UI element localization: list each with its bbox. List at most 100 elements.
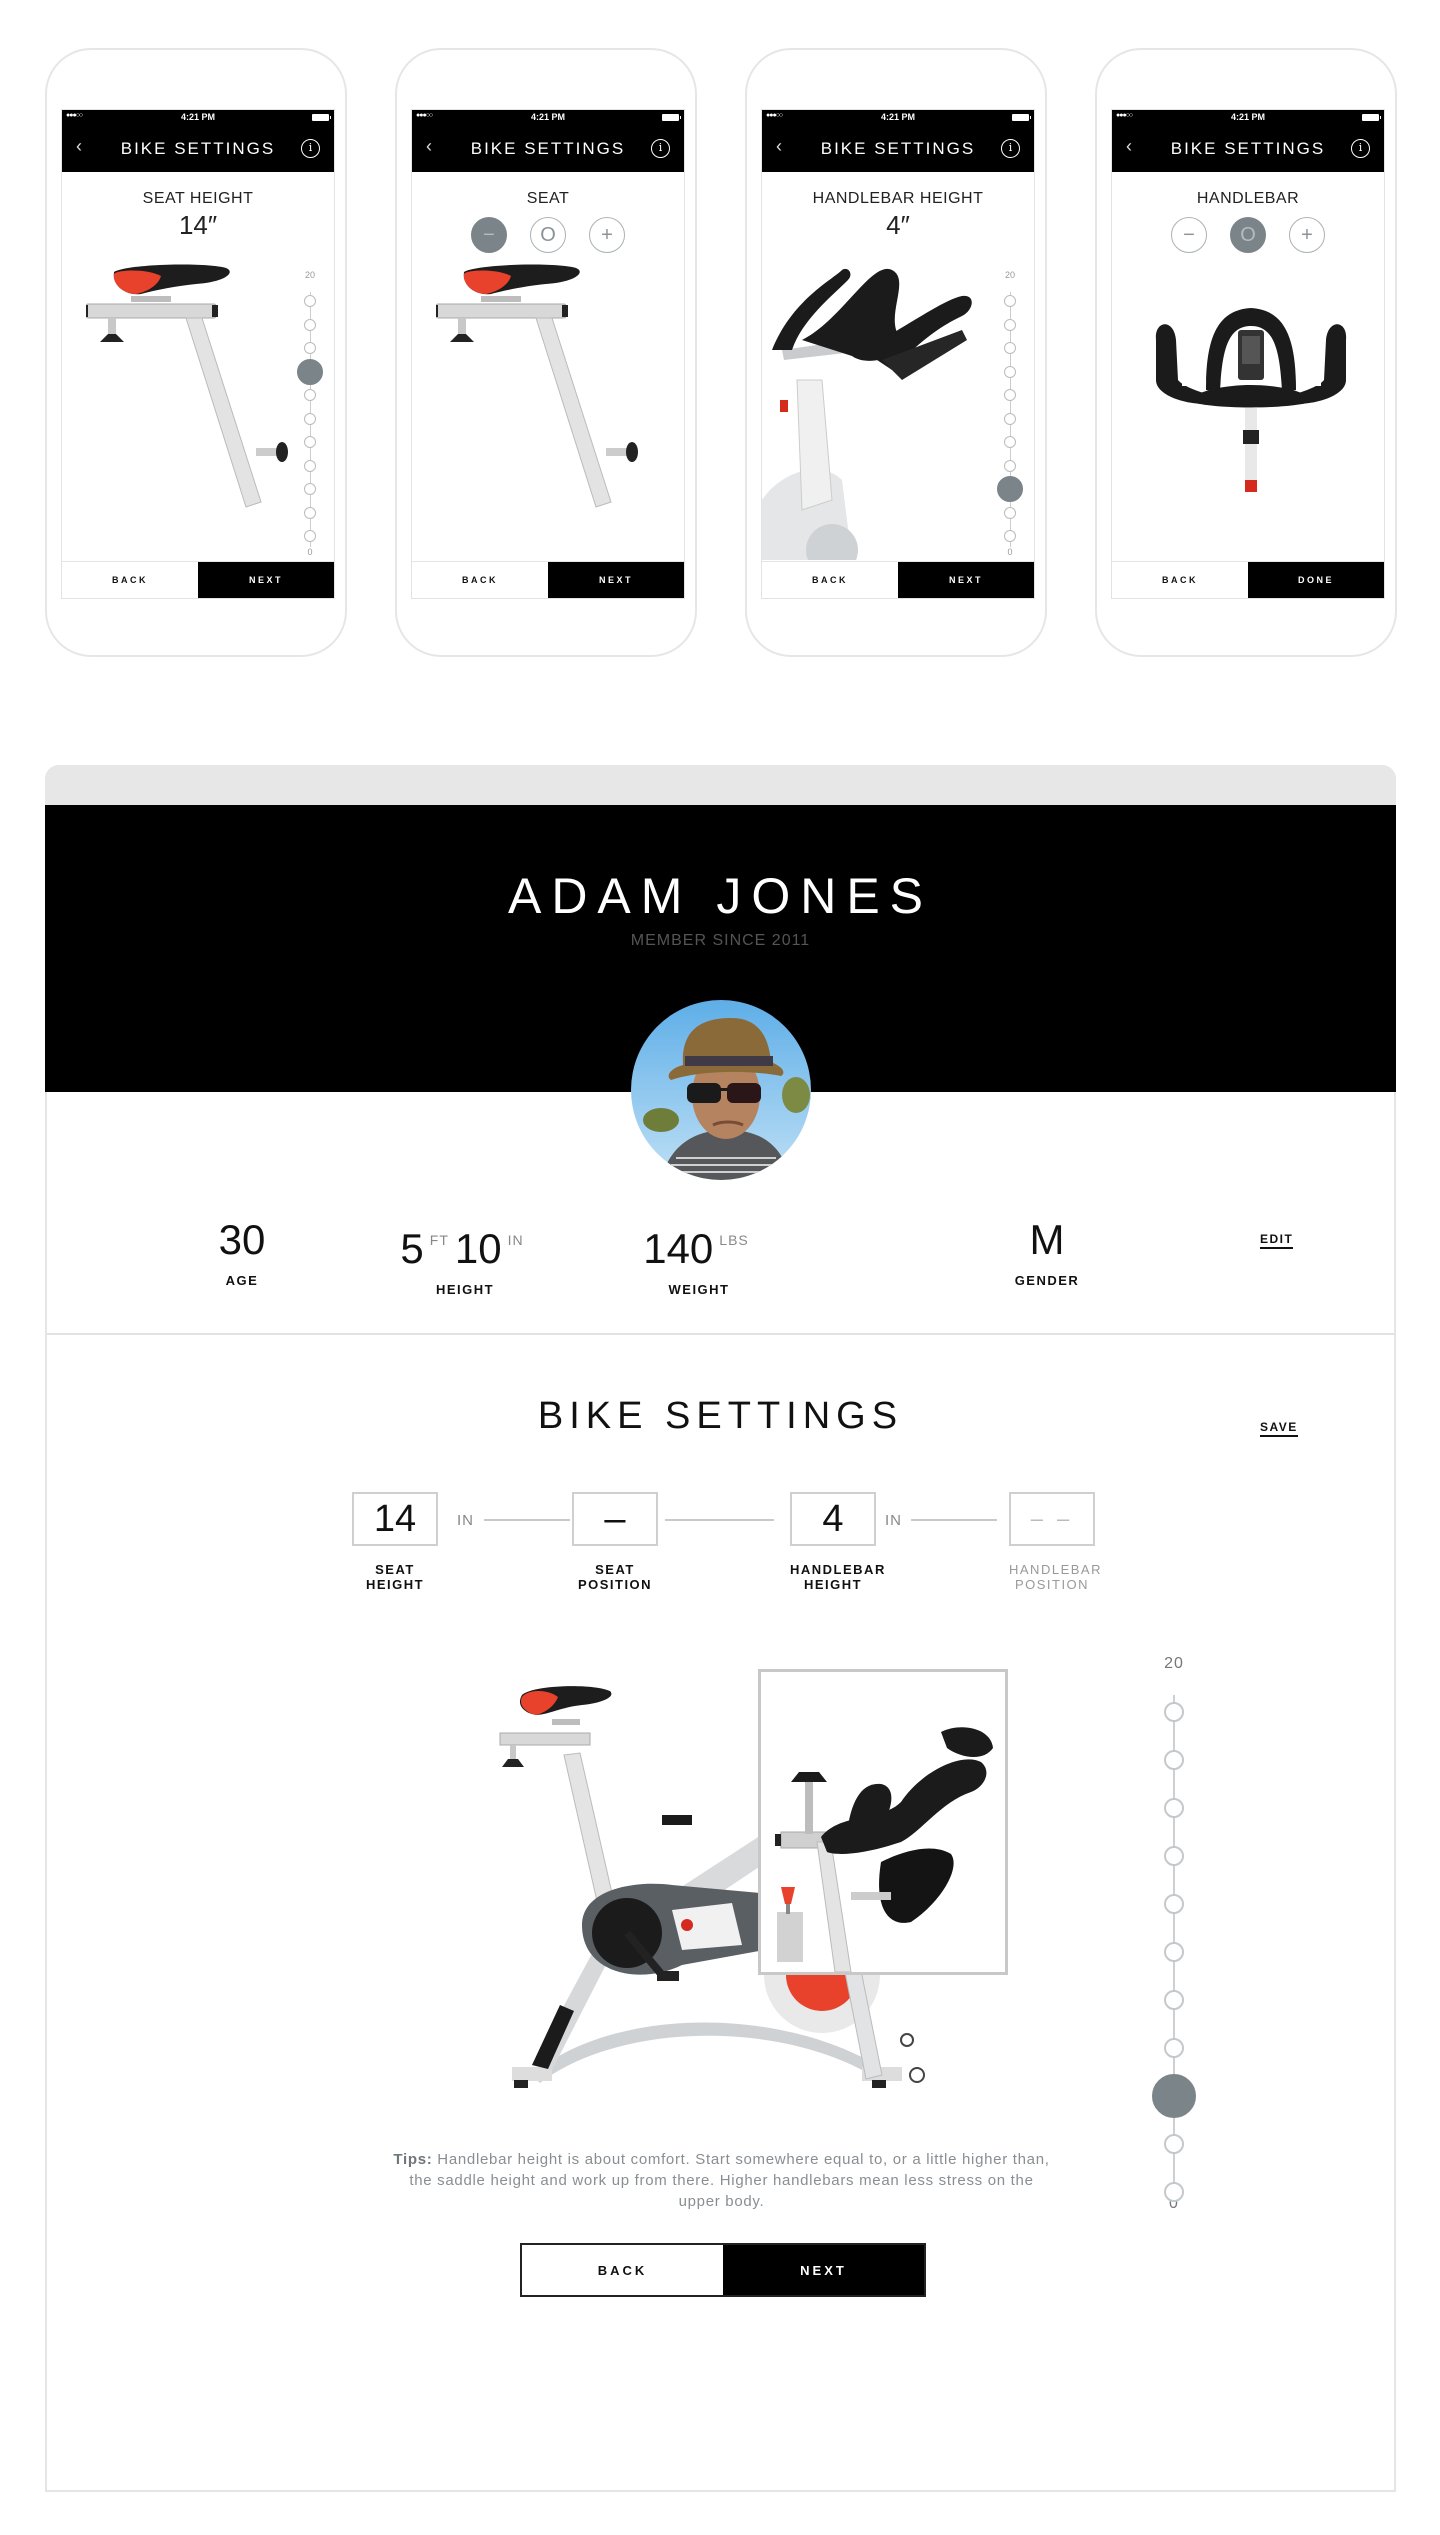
status-bar: ●●●○○ 4:21 PM [1112,110,1384,125]
field-label: SEAT [375,1562,415,1577]
tips-text: Tips: Handlebar height is about comfort.… [389,2149,1054,2212]
slider-stop[interactable] [1004,459,1016,472]
slider-stop[interactable] [1004,412,1016,425]
weight-label: WEIGHT [668,1282,730,1297]
back-button[interactable]: BACK [62,562,198,598]
next-button[interactable]: NEXT [548,562,684,598]
slider-stop[interactable] [304,342,316,354]
height-slider[interactable]: 20 0 [297,270,323,560]
handlebar-height-slider[interactable]: 20 0 [1151,1655,1197,2215]
height-feet-value: 5 [400,1225,424,1272]
slider-stop[interactable] [304,295,316,307]
minus-button[interactable]: − [471,217,507,253]
minus-button[interactable]: − [1171,217,1207,253]
slider-stop[interactable] [1164,1990,1184,2010]
connector-line [484,1519,570,1521]
handlebar-closeup-image [775,1727,993,1973]
seat-height-unit: IN [457,1512,474,1529]
handlebar-position-input[interactable]: – – [1009,1492,1095,1546]
done-button[interactable]: DONE [1248,562,1384,598]
info-icon[interactable]: i [301,139,320,158]
nav-bar: ‹ BIKE SETTINGS i [412,125,684,172]
zero-button[interactable]: O [530,217,566,253]
handlebar-front-image [1155,308,1347,492]
setting-label: HANDLEBAR HEIGHT [812,190,984,207]
slider-stop[interactable] [1004,530,1016,542]
height-inches-value: 10 [454,1225,502,1272]
slider-min-label: 0 [1007,547,1013,557]
slider-stop[interactable] [1164,1942,1184,1962]
slider-stop[interactable] [1164,1798,1184,1818]
back-button[interactable]: BACK [762,562,898,598]
slider-stop[interactable] [1164,1702,1184,1722]
nav-title: BIKE SETTINGS [1170,139,1326,158]
slider-stop[interactable] [304,436,316,448]
window-chrome [45,765,1396,805]
field-handlebar-height[interactable]: 4 HANDLEBAR HEIGHT [790,1492,884,1592]
height-label: HEIGHT [435,1282,495,1297]
slider-stop[interactable] [1004,389,1016,401]
slider-stop[interactable] [1004,295,1016,307]
slider-stop[interactable] [304,389,316,401]
battery-icon [312,114,331,121]
slider-stop[interactable] [1004,342,1016,354]
back-button[interactable]: BACK [522,2245,723,2295]
plus-button[interactable]: + [1289,217,1325,253]
field-seat-position[interactable]: – SEAT POSITION [572,1492,658,1592]
seat-height-input[interactable]: 14 [352,1492,438,1546]
seat-position-input[interactable]: – [572,1492,658,1546]
save-button[interactable]: SAVE [1260,1420,1298,1437]
slider-stop[interactable] [1164,1894,1184,1914]
info-icon[interactable]: i [1351,139,1370,158]
phone-screen: ●●●○○ 4:21 PM ‹ BIKE SETTINGS i SEAT − O… [411,109,685,599]
nav-bar: ‹ BIKE SETTINGS i [62,125,334,172]
slider-stop[interactable] [1164,2182,1184,2202]
handlebar-height-input[interactable]: 4 [790,1492,876,1546]
slider-stop[interactable] [1164,1846,1184,1866]
edit-button[interactable]: EDIT [1260,1232,1294,1249]
nav-title: BIKE SETTINGS [820,139,976,158]
slider-stop[interactable] [304,412,316,425]
nav-title: BIKE SETTINGS [120,139,276,158]
position-stepper: − O + [412,217,684,253]
stat-age: 30 AGE [182,1215,302,1288]
slider-handle[interactable] [1152,2074,1196,2118]
slider-stop[interactable] [1164,2134,1184,2154]
slider-stop[interactable] [1164,2038,1184,2058]
height-slider[interactable]: 20 0 [997,270,1023,560]
slider-stop[interactable] [1004,506,1016,519]
back-button[interactable]: BACK [412,562,548,598]
slider-stop[interactable] [1004,436,1016,448]
slider-handle[interactable] [297,358,323,385]
slider-stop[interactable] [304,506,316,519]
slider-stop[interactable] [304,459,316,472]
zero-button[interactable]: O [1230,217,1266,253]
slider-stop[interactable] [304,318,316,331]
next-button[interactable]: NEXT [198,562,334,598]
next-button[interactable]: NEXT [723,2245,924,2295]
slider-handle[interactable] [997,476,1023,502]
info-icon[interactable]: i [1001,139,1020,158]
field-seat-height[interactable]: 14 SEAT HEIGHT [352,1492,438,1592]
setting-value: 14″ [178,210,218,240]
status-bar: ●●●○○ 4:21 PM [412,110,684,125]
field-label: HANDLEBAR [1009,1562,1102,1577]
slider-max-label: 20 [1164,1655,1184,1672]
phone-mockup-handlebar-position: ●●●○○ 4:21 PM ‹ BIKE SETTINGS i HANDLEBA… [1095,48,1397,657]
seat-post-image [86,264,289,508]
slider-stop[interactable] [1004,318,1016,331]
slider-stop[interactable] [304,483,316,495]
wizard-actions: BACK NEXT [520,2243,926,2297]
info-icon[interactable]: i [651,139,670,158]
field-label: POSITION [577,1577,653,1592]
back-button[interactable]: BACK [1112,562,1248,598]
slider-stop[interactable] [1004,365,1016,378]
gender-label: GENDER [1014,1273,1080,1288]
slider-stop[interactable] [304,530,316,542]
field-handlebar-position[interactable]: – – HANDLEBAR POSITION [1009,1492,1100,1592]
slider-stop[interactable] [1164,1750,1184,1770]
plus-button[interactable]: + [589,217,625,253]
setting-value: 4″ [886,210,910,240]
next-button[interactable]: NEXT [898,562,1034,598]
phone-screen: ●●●○○ 4:21 PM ‹ BIKE SETTINGS i HANDLEBA… [761,109,1035,599]
